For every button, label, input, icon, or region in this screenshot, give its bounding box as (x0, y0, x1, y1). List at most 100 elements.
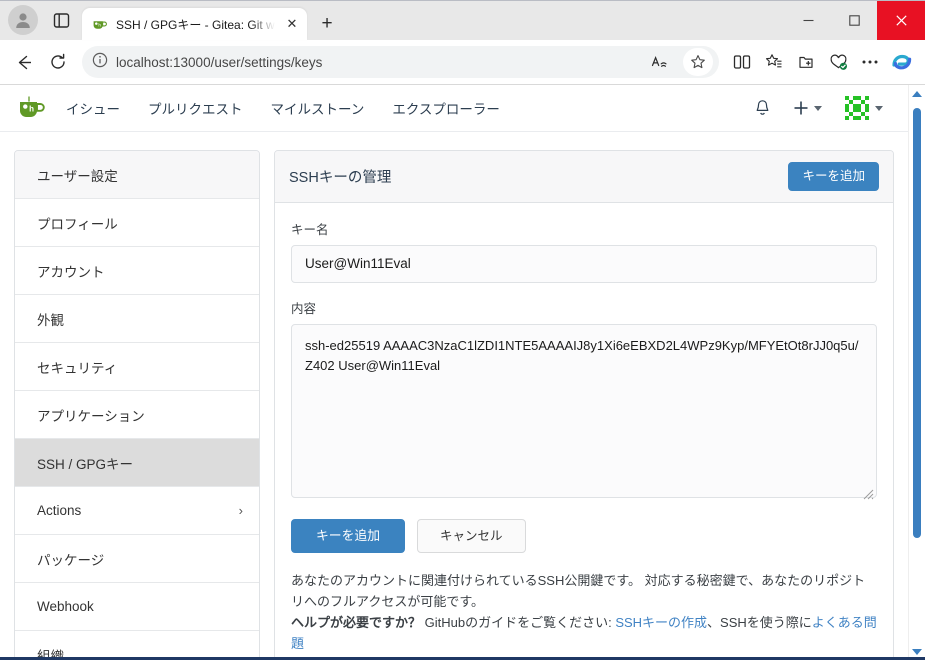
sidebar-item-ssh-gpg-keys[interactable]: SSH / GPGキー (15, 439, 259, 487)
help-guide-text: GitHubのガイドをご覧ください: (421, 614, 616, 630)
nav-link-issues[interactable]: イシュー (52, 98, 134, 118)
create-new-button[interactable] (782, 100, 833, 116)
read-aloud-icon (651, 55, 667, 67)
notifications-button[interactable] (743, 99, 782, 117)
new-tab-button[interactable]: + (313, 10, 341, 38)
svg-text:h: h (98, 22, 101, 27)
refresh-icon (51, 53, 65, 69)
chevron-down-icon (814, 105, 822, 111)
help-description: あなたのアカウントに関連付けられているSSH公開鍵です。 対応する秘密鍵で、あな… (291, 573, 866, 610)
maximize-button[interactable] (831, 1, 877, 40)
split-screen-button[interactable] (727, 47, 757, 77)
gitea-logo[interactable]: h (18, 93, 52, 123)
chevron-down-icon (875, 105, 883, 111)
omnibox[interactable]: localhost:13000/user/settings/keys (82, 46, 719, 78)
settings-and-more-button[interactable] (855, 47, 885, 77)
sidebar-item-label: プロフィール (37, 216, 118, 232)
link-create-ssh-key[interactable]: SSHキーの作成 (615, 615, 707, 630)
arrow-left-icon (18, 55, 31, 69)
person-icon (16, 13, 30, 28)
tab-title: SSH / GPGキー - Gitea: Git with a c (116, 17, 275, 32)
main-column: SSHキーの管理 キーを追加 キー名 内容 ssh-ed25519 AAAAC3… (274, 150, 894, 660)
sidebar-item-webhooks[interactable]: Webhook (15, 583, 259, 631)
add-key-button[interactable]: キーを追加 (788, 162, 879, 191)
minimize-button[interactable] (785, 1, 831, 40)
maximize-icon (848, 15, 860, 26)
tab-actions-button[interactable] (48, 7, 74, 33)
collections-icon (765, 54, 782, 68)
page-scrollbar[interactable] (908, 85, 925, 660)
triangle-down-icon (912, 648, 922, 655)
titlebar-left (0, 0, 74, 40)
url-text[interactable]: localhost:13000/user/settings/keys (116, 55, 637, 70)
form-actions: キーを追加 キャンセル (291, 518, 877, 554)
close-icon (895, 15, 907, 26)
copilot-button[interactable] (887, 47, 917, 77)
cancel-button[interactable]: キャンセル (416, 518, 526, 554)
sidebar-item-label: Webhook (37, 599, 94, 614)
refresh-button[interactable] (42, 46, 74, 78)
help-strong: ヘルプが必要ですか？ (291, 614, 422, 630)
sidebar-item-label: SSH / GPGキー (37, 456, 134, 472)
page-viewport: h イシュー プルリクエスト マイルストーン エクスプローラー ユーザー設定 プ… (0, 84, 925, 660)
sidebar-item-appearance[interactable]: 外観 (15, 295, 259, 343)
sidebar-item-organizations[interactable]: 組織 (15, 631, 259, 660)
manage-ssh-keys-panel: SSHキーの管理 キーを追加 キー名 内容 ssh-ed25519 AAAAC3… (274, 150, 894, 660)
browser-window: h SSH / GPGキー - Gitea: Git with a c ✕ + (0, 0, 925, 660)
sidebar-item-security[interactable]: セキュリティ (15, 343, 259, 391)
sidebar-item-packages[interactable]: パッケージ (15, 535, 259, 583)
nav-link-explore[interactable]: エクスプローラー (378, 98, 514, 118)
scrollbar-thumb[interactable] (913, 108, 921, 538)
page-content: ユーザー設定 プロフィール アカウント 外観 セキュリティ アプリケーション S… (0, 132, 908, 660)
sidebar-item-applications[interactable]: アプリケーション (15, 391, 259, 439)
bell-icon (756, 100, 769, 115)
sidebar-item-label: セキュリティ (37, 360, 118, 376)
close-icon[interactable]: ✕ (283, 15, 301, 33)
gitea-navbar: h イシュー プルリクエスト マイルストーン エクスプローラー (0, 85, 908, 132)
sidebar-item-actions[interactable]: Actions › (15, 487, 259, 535)
key-name-input[interactable] (291, 244, 877, 283)
browser-essentials-button[interactable] (823, 47, 853, 77)
help-text: あなたのアカウントに関連付けられているSSH公開鍵です。 対応する秘密鍵で、あな… (291, 571, 877, 654)
star-icon (691, 55, 705, 69)
submit-add-key-button[interactable]: キーを追加 (291, 518, 405, 554)
sidebar-item-label: パッケージ (37, 552, 105, 568)
collections-button[interactable] (759, 47, 789, 77)
content-label: 内容 (291, 301, 317, 316)
sidebar-item-label: アプリケーション (37, 408, 145, 424)
profile-avatar-button[interactable] (8, 5, 38, 35)
window-controls (785, 1, 925, 40)
sidebar-item-label: アカウント (37, 264, 105, 280)
nav-link-pull-requests[interactable]: プルリクエスト (134, 98, 257, 118)
read-aloud-button[interactable] (645, 47, 675, 77)
web-page: h イシュー プルリクエスト マイルストーン エクスプローラー ユーザー設定 プ… (0, 85, 908, 660)
scrollbar-track[interactable] (909, 102, 925, 643)
scroll-up-button[interactable] (909, 85, 925, 102)
nav-link-milestones[interactable]: マイルストーン (257, 98, 379, 118)
info-icon[interactable] (92, 52, 108, 73)
copilot-icon (892, 54, 912, 70)
settings-sidebar: ユーザー設定 プロフィール アカウント 外観 セキュリティ アプリケーション S… (14, 150, 260, 660)
vertical-tabs-icon (53, 12, 69, 28)
key-content-textarea[interactable]: ssh-ed25519 AAAAC3NzaC1lZDI1NTE5AAAAIJ8y… (291, 323, 877, 498)
back-button[interactable] (8, 46, 40, 78)
user-identicon-avatar (844, 95, 870, 121)
sidebar-header-user-settings: ユーザー設定 (15, 151, 259, 199)
content-textarea-wrap: ssh-ed25519 AAAAC3NzaC1lZDI1NTE5AAAAIJ8y… (291, 323, 877, 503)
address-bar: localhost:13000/user/settings/keys (0, 40, 925, 84)
browser-tab[interactable]: h SSH / GPGキー - Gitea: Git with a c ✕ (82, 8, 307, 40)
panel-header: SSHキーの管理 キーを追加 (275, 151, 893, 203)
sidebar-item-label: ユーザー設定 (37, 168, 118, 184)
user-menu-button[interactable] (833, 95, 894, 121)
sidebar-item-profile[interactable]: プロフィール (15, 199, 259, 247)
close-window-button[interactable] (877, 1, 925, 40)
sidebar-item-label: 外観 (37, 312, 64, 328)
sidebar-item-account[interactable]: アカウント (15, 247, 259, 295)
key-name-label: キー名 (291, 222, 329, 237)
titlebar: h SSH / GPGキー - Gitea: Git with a c ✕ + (0, 0, 925, 40)
svg-text:h: h (29, 104, 34, 113)
add-tab-group-button[interactable] (791, 47, 821, 77)
triangle-up-icon (912, 90, 922, 97)
browser-essentials-icon (830, 54, 847, 70)
favorite-button[interactable] (683, 48, 713, 76)
